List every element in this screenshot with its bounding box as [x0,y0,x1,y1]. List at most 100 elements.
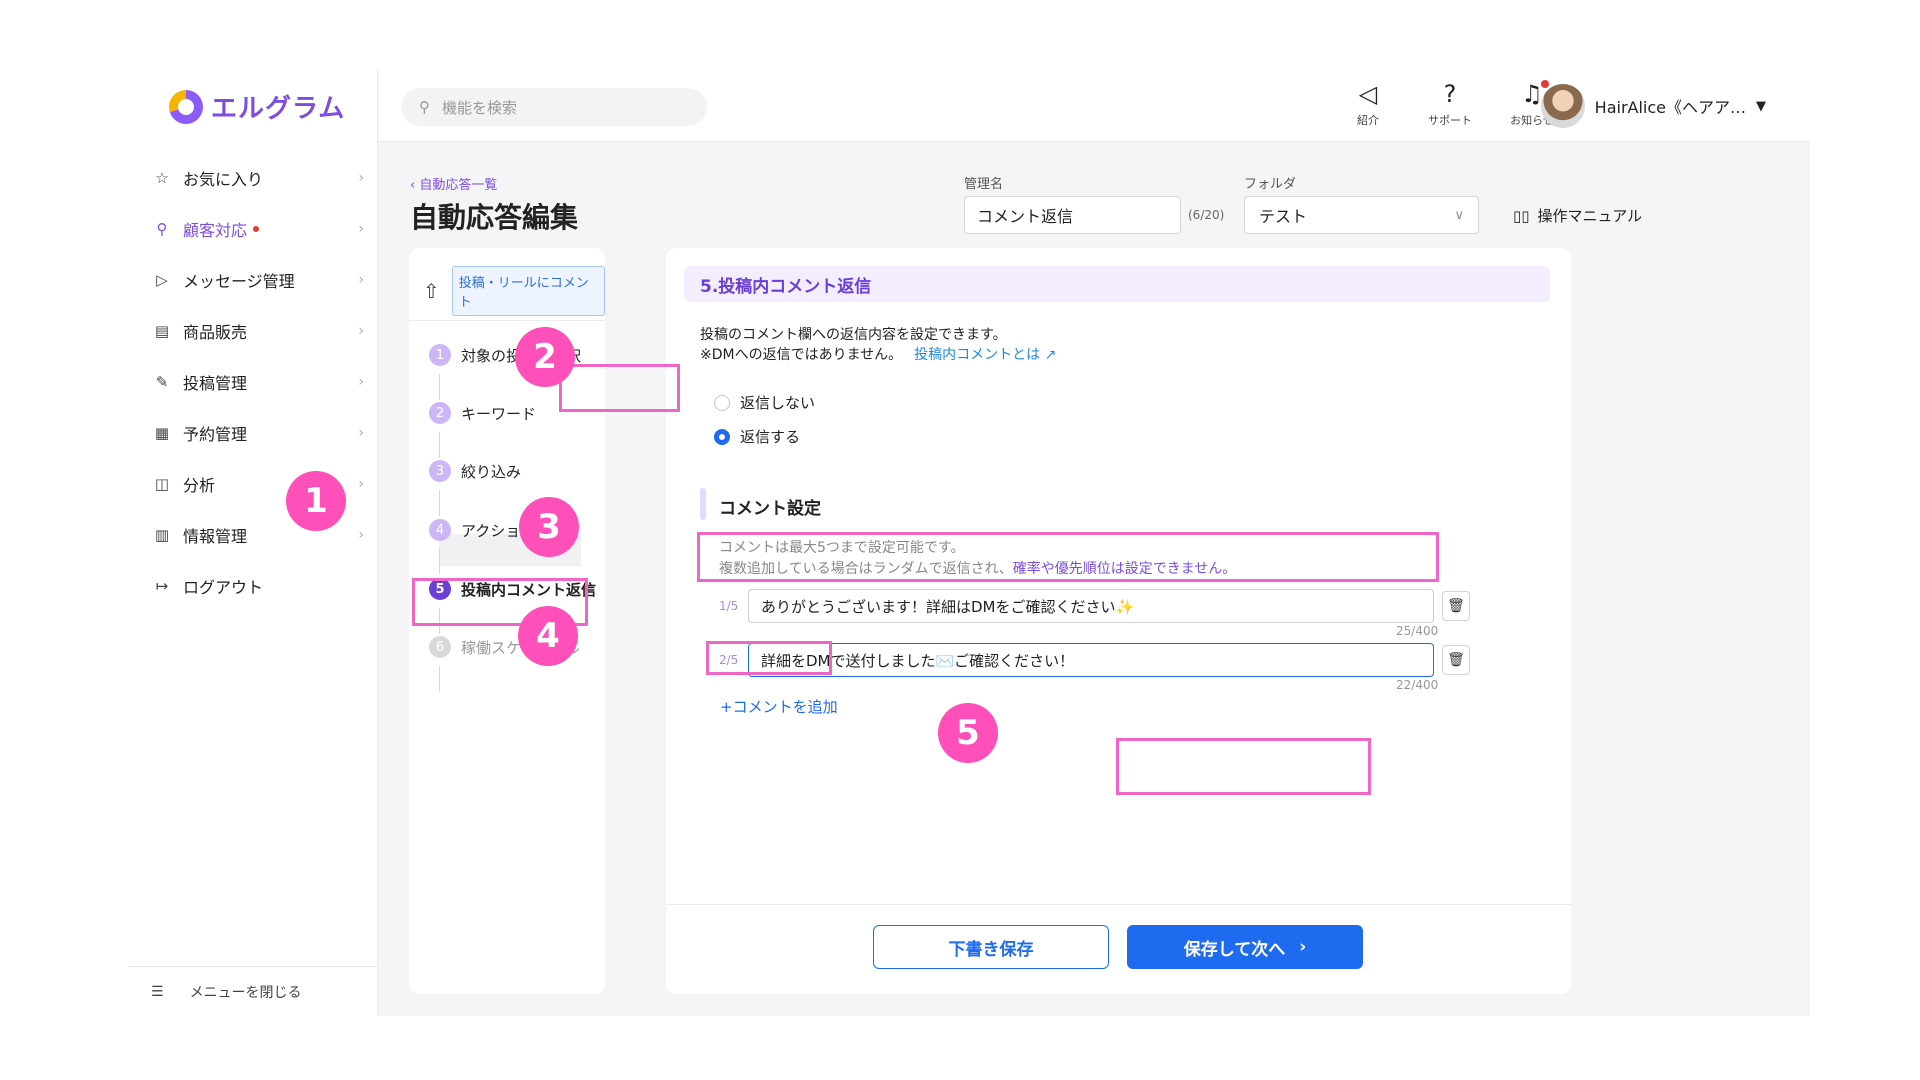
intro-button[interactable]: ◁ 紹介 [1340,80,1396,128]
folder-value: テスト [1259,207,1308,226]
edit-icon: ✎ [155,372,169,391]
search-placeholder: 機能を検索 [442,98,518,117]
radio-label: 返信しない [740,394,816,412]
step-connector [439,490,440,516]
sidebar-item-label: お気に入り [183,169,264,189]
step-marker-5: 5 [938,703,998,763]
logo-text: エルグラム [211,94,346,124]
logo[interactable]: エルグラム [169,88,345,125]
section-title: 5.投稿内コメント返信 [684,266,1550,302]
sidebar: エルグラム ☆ お気に入り › ⚲ 顧客対応 › ▷ メッセージ管理 › ▤ 商… [129,70,378,1016]
step-number: 4 [429,519,451,541]
close-menu-button[interactable]: ☰ メニューを閉じる [129,966,378,1016]
caret-down-icon: ▼ [1756,98,1766,114]
description-line-1: 投稿のコメント欄への返信内容を設定できます。 [700,327,1007,343]
sidebar-item-label: 分析 [183,475,216,495]
user-menu[interactable]: HairAlice《ヘアア… ▼ [1540,84,1766,128]
delete-comment-button[interactable]: 🗑 [1442,645,1470,675]
radio-label: 返信する [740,428,801,446]
rocket-icon: ⇧ [423,279,440,303]
sidebar-item-messages[interactable]: ▷ メッセージ管理 › [129,254,378,305]
save-next-label: 保存して次へ [1183,939,1286,960]
avatar [1540,84,1585,128]
manual-link[interactable]: ▯▯ 操作マニュアル [1513,205,1642,226]
chevron-right-icon: › [358,373,364,390]
step-number: 1 [429,344,451,366]
sidebar-item-reservations[interactable]: ▦ 予約管理 › [129,407,378,458]
radio-circle-selected [714,428,730,445]
save-draft-button[interactable]: 下書き保存 [873,925,1109,969]
sidebar-item-label: 商品販売 [183,322,248,342]
support-label: サポート [1428,114,1472,127]
help-icon: ? [1443,80,1457,108]
management-name-count: (6/20) [1188,208,1225,222]
divider [409,320,605,321]
comment-index: 1/5 [719,599,739,613]
chevron-right-icon: › [358,220,364,237]
sidebar-item-customer[interactable]: ⚲ 顧客対応 › [129,203,378,254]
sidebar-item-label: 予約管理 [183,424,248,444]
menu-collapse-icon: ☰ [151,983,164,1000]
search-icon: ⚲ [419,98,430,116]
trigger-badge: 投稿・リールにコメント [451,266,605,316]
step-label: キーワード [461,404,537,423]
management-name-input[interactable]: コメント返信 [964,196,1181,234]
support-button[interactable]: ? サポート [1422,80,1478,128]
step-number: 3 [429,460,451,482]
sidebar-item-favorites[interactable]: ☆ お気に入り › [129,152,378,203]
notification-dot [253,225,260,232]
search-input[interactable]: ⚲ 機能を検索 [401,88,707,126]
shop-icon: ▤ [154,321,170,340]
radio-no-reply[interactable]: 返信しない [714,392,815,413]
step-3[interactable]: 3 絞り込み [429,460,521,482]
description-text: ※DMへの返信ではありません。 [700,347,903,363]
chevron-right-icon: › [1299,937,1307,957]
logo-mark-icon [169,89,203,124]
back-link[interactable]: ‹ 自動応答一覧 [410,174,497,193]
trash-icon: 🗑 [1447,598,1465,614]
star-icon: ☆ [155,168,169,187]
sidebar-item-logout[interactable]: ↦ ログアウト [129,560,378,611]
book-icon: ▯▯ [1513,206,1530,225]
help-link[interactable]: 投稿内コメントとは ↗ [914,347,1056,363]
close-menu-label: メニューを閉じる [189,984,302,1001]
megaphone-icon: ◁ [1358,80,1378,108]
sidebar-item-posts[interactable]: ✎ 投稿管理 › [129,356,378,407]
sidebar-item-label: ログアウト [183,577,264,597]
save-next-button[interactable]: 保存して次へ › [1127,925,1363,969]
topbar: ⚲ 機能を検索 ◁ 紹介 ? サポート ♫ お知らせ HairAlice《ヘアア… [379,70,1810,142]
header-icons: ◁ 紹介 ? サポート ♫ お知らせ [1340,80,1560,128]
step-connector [439,548,440,574]
trash-icon: 🗑 [1447,652,1465,668]
sidebar-item-sales[interactable]: ▤ 商品販売 › [129,305,378,356]
comment-input[interactable]: 詳細をDMで送付しました✉️ご確認ください！ [748,643,1434,677]
folder-select[interactable]: テスト ∨ [1244,196,1479,234]
chevron-right-icon: › [358,169,364,186]
person-icon: ⚲ [156,219,168,238]
sidebar-item-label: 顧客対応 [183,220,248,240]
chevron-right-icon: › [358,322,364,339]
step-number: 2 [429,402,451,424]
management-name-label: 管理名 [964,177,1004,192]
highlight-reply-radio [559,364,680,412]
highlight-comment-1 [697,532,1439,582]
comment-section-title: コメント設定 [719,499,821,519]
delete-comment-button[interactable]: 🗑 [1442,591,1470,621]
back-link-label: 自動応答一覧 [419,178,498,193]
highlight-save-next [1116,738,1371,795]
chevron-right-icon: › [358,475,364,492]
management-name-value: コメント返信 [977,207,1074,226]
comment-input[interactable]: ありがとうございます！詳細はDMをご確認ください✨ [748,589,1434,623]
step-marker-4: 4 [518,606,578,666]
step-label: 絞り込み [461,462,522,481]
manual-label: 操作マニュアル [1537,207,1643,225]
sidebar-item-label: 情報管理 [183,526,248,546]
step-number: 6 [429,636,451,658]
description-line-2: ※DMへの返信ではありません。 投稿内コメントとは ↗ [700,344,1056,364]
step-marker-1: 1 [286,471,346,531]
page-title: 自動応答編集 [410,201,579,234]
add-comment-button[interactable]: +コメントを追加 [720,696,838,717]
step-2[interactable]: 2 キーワード [429,402,536,424]
footer-divider [666,904,1571,905]
radio-reply[interactable]: 返信する [714,426,800,447]
